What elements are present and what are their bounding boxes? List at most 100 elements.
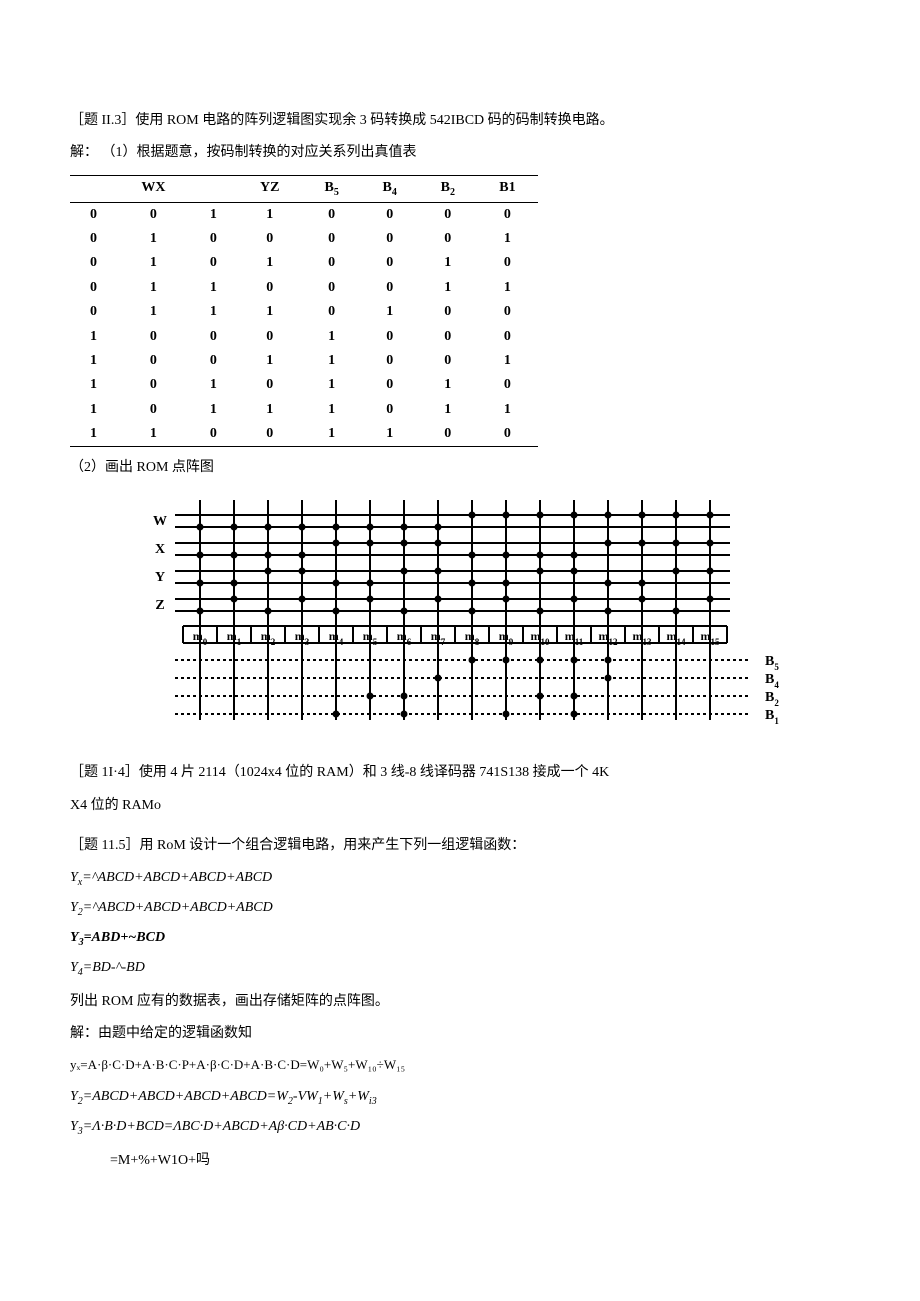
table-cell: 0 [117,202,190,227]
table-cell: 1 [477,227,538,251]
svg-text:m13: m13 [633,629,653,647]
table-cell: 0 [303,300,361,324]
table-cell: 1 [361,422,419,447]
svg-text:W: W [153,514,167,529]
table-cell: 1 [477,276,538,300]
hdr-b1: B1 [477,175,538,202]
problem-114-line2: X4 位的 RAMo [70,795,850,817]
table-cell: 0 [361,276,419,300]
hdr-blank2 [190,175,237,202]
table-cell: 0 [361,398,419,422]
table-cell: 1 [477,398,538,422]
table-cell: 0 [477,300,538,324]
table-cell: 0 [70,300,117,324]
table-cell: 0 [70,276,117,300]
eq-y4-rhs: =BD-^-BD [83,960,145,975]
table-cell: 0 [117,325,190,349]
table-row: 00110000 [70,202,538,227]
table-cell: 1 [117,251,190,275]
sol-eq2-rhs: =ABCD+ABCD+ABCD+ABCD=W2-VW1+Ws+Wi3 [83,1089,377,1104]
eq-y2-lhs: Y2 [70,900,83,915]
eq-y1-rhs: =^ABCD+ABCD+ABCD+ABCD [82,870,272,885]
svg-text:m14: m14 [667,629,687,647]
hdr-blank [70,175,117,202]
table-cell: 0 [361,202,419,227]
table-cell: 1 [303,398,361,422]
table-cell: 0 [361,373,419,397]
table-cell: 0 [477,373,538,397]
svg-text:B1: B1 [765,708,779,726]
table-row: 01100011 [70,276,538,300]
svg-text:Z: Z [155,598,164,613]
table-cell: 1 [70,349,117,373]
table-cell: 0 [419,349,477,373]
eq-y4-lhs: Y4 [70,960,83,975]
table-cell: 1 [419,398,477,422]
table-cell: 0 [303,251,361,275]
problem-115-note: 列出 ROM 应有的数据表，画出存储矩阵的点阵图。 [70,991,850,1013]
sol-eq3: Y3=Λ·B·D+BCD=ΛBC·D+ABCD+Aβ·CD+AB·C·D [70,1116,850,1140]
table-cell: 0 [419,300,477,324]
problem-113-step1: 解： （1）根据题意，按码制转换的对应关系列出真值表 [70,142,850,164]
table-cell: 1 [70,398,117,422]
truth-table-header: WX YZ B5 B4 B2 B1 [70,175,538,202]
svg-text:B5: B5 [765,654,779,672]
table-cell: 1 [303,349,361,373]
eq-y4: Y4=BD-^-BD [70,957,850,981]
table-cell: 1 [117,227,190,251]
table-cell: 0 [190,251,237,275]
table-cell: 0 [237,227,303,251]
hdr-b2: B2 [419,175,477,202]
table-cell: 0 [117,373,190,397]
table-row: 10001000 [70,325,538,349]
hdr-b5: B5 [303,175,361,202]
sol-eq4: =M+%+W1O+吗 [70,1150,850,1172]
table-cell: 0 [117,398,190,422]
table-cell: 1 [70,325,117,349]
table-cell: 0 [70,227,117,251]
table-row: 10011001 [70,349,538,373]
sol-eq3-rhs: =Λ·B·D+BCD=ΛBC·D+ABCD+Aβ·CD+AB·C·D [83,1119,360,1134]
table-row: 01110100 [70,300,538,324]
table-cell: 0 [361,349,419,373]
table-cell: 0 [477,422,538,447]
svg-text:B4: B4 [765,672,779,690]
table-cell: 1 [190,202,237,227]
table-cell: 1 [237,251,303,275]
problem-114-title: ［题 1I·4］使用 4 片 2114（1024x4 位的 RAM）和 3 线-… [70,762,850,784]
eq-y3: Y3=ABD+~BCD [70,927,850,951]
table-cell: 0 [419,325,477,349]
svg-text:m15: m15 [701,629,721,647]
table-cell: 0 [190,325,237,349]
sol-eq3-lhs: Y3 [70,1119,83,1134]
table-cell: 0 [237,373,303,397]
table-row: 10101010 [70,373,538,397]
table-cell: 0 [237,276,303,300]
rom-diagram: WXYZm0m1m2m3m4m5m6m7m8m9m10m11m12m13m14m… [70,490,850,758]
table-cell: 1 [419,251,477,275]
table-row: 01000001 [70,227,538,251]
table-cell: 1 [117,422,190,447]
table-cell: 0 [361,325,419,349]
hdr-wx: WX [117,175,190,202]
svg-text:B2: B2 [765,690,779,708]
svg-text:m11: m11 [565,629,584,647]
table-cell: 0 [477,325,538,349]
eq-y1: Yx=^ABCD+ABCD+ABCD+ABCD [70,867,850,891]
table-cell: 1 [237,398,303,422]
table-cell: 0 [419,227,477,251]
table-cell: 1 [237,349,303,373]
table-cell: 0 [190,422,237,447]
hdr-yz: YZ [237,175,303,202]
sol-eq2: Y2=ABCD+ABCD+ABCD+ABCD=W2-VW1+Ws+Wi3 [70,1086,850,1110]
table-cell: 1 [190,373,237,397]
svg-text:m12: m12 [599,629,619,647]
table-cell: 0 [117,349,190,373]
table-cell: 1 [477,349,538,373]
table-cell: 0 [419,202,477,227]
eq-y2-rhs: =^ABCD+ABCD+ABCD+ABCD [83,900,273,915]
table-cell: 0 [361,227,419,251]
table-row: 01010010 [70,251,538,275]
table-cell: 1 [361,300,419,324]
table-cell: 0 [303,276,361,300]
